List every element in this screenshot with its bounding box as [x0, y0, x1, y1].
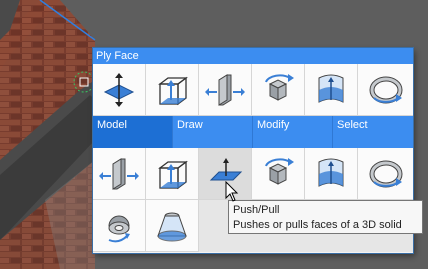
tooltip-description: Pushes or pulls faces of a 3D solid [233, 219, 402, 231]
box-with-arrow-icon [158, 160, 188, 189]
revolve-icon [265, 157, 294, 185]
sweep-icon [108, 215, 130, 242]
push-pull-tooltip: Push/Pull Pushes or pulls faces of a 3D … [228, 200, 423, 234]
sweep-button[interactable] [93, 200, 146, 252]
ply-face-icon [103, 72, 135, 107]
box-with-arrow-icon [158, 76, 188, 105]
quad-title: Ply Face [93, 48, 413, 64]
extrude-side-button[interactable] [199, 64, 252, 116]
sheet-face-button[interactable] [305, 148, 358, 200]
sheet-face-button[interactable] [305, 64, 358, 116]
loft-icon [157, 212, 187, 241]
tab-model[interactable]: Model [93, 116, 173, 148]
ring-rotate-button[interactable] [358, 148, 413, 200]
revolve-button[interactable] [252, 148, 305, 200]
ring-rotate-icon [369, 76, 402, 103]
extrude-side-icon [205, 73, 245, 106]
box-arrow-button[interactable] [146, 148, 199, 200]
tooltip-title: Push/Pull [233, 204, 280, 216]
quad-row-middle [93, 148, 413, 200]
ring-rotate-icon [369, 160, 402, 187]
extrude-side-button[interactable] [93, 148, 146, 200]
mouse-pointer-icon [225, 181, 239, 202]
ply-face-button[interactable] [93, 64, 146, 116]
sheet-face-icon [318, 158, 344, 187]
quad-row-top [93, 64, 413, 116]
revolve-button[interactable] [252, 64, 305, 116]
category-tabs: Model Draw Modify Select [93, 116, 413, 148]
ring-rotate-button[interactable] [358, 64, 413, 116]
tab-modify[interactable]: Modify [253, 116, 333, 148]
tab-draw[interactable]: Draw [173, 116, 253, 148]
sheet-face-icon [318, 74, 344, 103]
box-arrow-button[interactable] [146, 64, 199, 116]
extrude-side-icon [99, 157, 139, 190]
revolve-icon [265, 73, 294, 101]
tab-select[interactable]: Select [333, 116, 413, 148]
loft-button[interactable] [146, 200, 199, 252]
